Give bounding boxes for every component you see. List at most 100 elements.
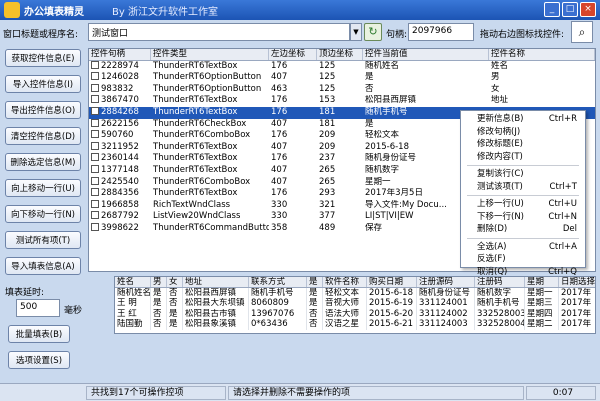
row-checkbox[interactable]	[91, 118, 99, 127]
row-checkbox[interactable]	[91, 176, 99, 185]
table-row[interactable]: 陆国勤否是松阳县象溪镇 0*63436 否汉语之星 2015-6-21 33112400…	[115, 319, 595, 330]
column-header[interactable]: 软件名称	[323, 277, 367, 287]
row-checkbox[interactable]	[91, 153, 99, 162]
context-menu-item[interactable]: 复制该行(C)	[461, 168, 585, 181]
cell-handle: 3998622	[89, 222, 151, 235]
cell-text: 489	[319, 222, 336, 233]
cell-text: 153	[319, 95, 336, 106]
row-checkbox[interactable]	[91, 164, 99, 173]
minimize-button[interactable]: _	[544, 2, 560, 17]
row-checkbox[interactable]	[91, 199, 99, 208]
move-up-button[interactable]: 向上移动一行(U)	[5, 179, 81, 197]
row-checkbox[interactable]	[91, 211, 99, 220]
cell-text: ThunderRT6CheckBox	[153, 118, 247, 129]
table-row[interactable]: 1246028 ThunderRT6OptionButton 407 125 是 男	[89, 72, 595, 84]
row-checkbox[interactable]	[91, 83, 99, 92]
table-cell: 2015-6-18	[367, 287, 417, 299]
batch-fill-button[interactable]: 批量填表(B)	[8, 325, 70, 343]
context-menu-item[interactable]: 反选(F)	[461, 253, 585, 266]
row-checkbox[interactable]	[91, 141, 99, 150]
delete-selected-button[interactable]: 删除选定信息(M)	[5, 153, 81, 171]
context-menu-item[interactable]: 删除(D) Del	[461, 223, 585, 236]
cell-text: 407	[271, 72, 288, 83]
maximize-button[interactable]: □	[562, 2, 578, 17]
row-checkbox[interactable]	[91, 95, 99, 104]
column-header[interactable]: 控件句柄	[89, 49, 151, 60]
context-menu-item[interactable]: 更新信息(B) Ctrl+R	[461, 113, 585, 126]
row-checkbox[interactable]	[91, 130, 99, 139]
menu-item-shortcut: Ctrl+A	[548, 241, 577, 252]
cell-text: 2017年3月5日	[365, 188, 423, 199]
cell-text: ThunderRT6TextBox	[153, 60, 238, 71]
table-row[interactable]: 3867470 ThunderRT6TextBox 176 153 松阳县西屏镇 地址	[89, 95, 595, 107]
row-checkbox[interactable]	[91, 72, 99, 81]
column-header[interactable]: 控件名称	[489, 49, 595, 60]
handle-input[interactable]: 2097966	[408, 23, 474, 41]
table-row[interactable]: 随机姓名是否松阳县西屏镇 随机手机号是轻松文本 2015-6-18 随机身份证号 随机数…	[115, 287, 595, 299]
table-row[interactable]: 王 明是否松阳县大东坝镇 8060809 是音视大师 2015-6-19 3311240…	[115, 298, 595, 309]
cell-handle: 3211952	[89, 141, 151, 154]
test-all-button[interactable]: 测试所有项(T)	[5, 231, 81, 249]
cell-text: 125	[319, 72, 336, 83]
column-header[interactable]: 星期	[525, 277, 559, 287]
column-header[interactable]: 女	[167, 277, 183, 287]
row-checkbox[interactable]	[91, 188, 99, 197]
column-header[interactable]: 联系方式	[249, 277, 307, 287]
table-cell: 2015-6-19	[367, 298, 417, 309]
refresh-icon[interactable]: ↻	[364, 23, 382, 41]
column-header[interactable]: 左边坐标	[269, 49, 317, 60]
table-cell: 0*63436	[249, 319, 307, 330]
context-menu-item[interactable]: 修改内容(T)	[461, 151, 585, 164]
table-row[interactable]: 2228974 ThunderRT6TextBox 176 125 随机姓名 姓名	[89, 60, 595, 73]
table-cell: ThunderRT6TextBox	[151, 107, 269, 119]
cell-text: 是	[365, 72, 374, 83]
context-menu-item[interactable]: 修改标题(E)	[461, 138, 585, 151]
menu-item-shortcut: Ctrl+T	[549, 181, 577, 192]
delay-input[interactable]: 500	[16, 299, 60, 317]
get-control-info-button[interactable]: 获取控件信息(E)	[5, 49, 81, 67]
cell-text: ThunderRT6TextBox	[153, 141, 238, 152]
context-menu-item[interactable]: 测试该项(T) Ctrl+T	[461, 181, 585, 194]
import-control-info-button[interactable]: 导入控件信息(I)	[5, 75, 81, 93]
close-button[interactable]: ×	[580, 2, 596, 17]
drag-finder-label: 拖动右边图标找控件:	[480, 30, 565, 40]
fill-data-table[interactable]: 姓名男女地址 联系方式是软件名称 购买日期 注册源码 注册码 星期 日期选择 随机姓名是否松…	[114, 276, 596, 334]
column-header[interactable]: 日期选择	[559, 277, 595, 287]
column-header[interactable]: 是	[307, 277, 323, 287]
column-header[interactable]: 购买日期	[367, 277, 417, 287]
table-cell: 330	[269, 200, 317, 212]
context-menu-item[interactable]: 下移一行(N) Ctrl+N	[461, 211, 585, 224]
column-header[interactable]: 姓名	[115, 277, 151, 287]
row-checkbox[interactable]	[91, 60, 99, 69]
column-header[interactable]: 控件当前值	[363, 49, 489, 60]
cell-text: 358	[271, 222, 288, 233]
column-header[interactable]: 注册源码	[417, 277, 475, 287]
row-checkbox[interactable]	[91, 222, 99, 231]
cell-text: 330	[271, 199, 288, 210]
table-cell: 男	[489, 72, 595, 84]
column-header[interactable]: 控件类型	[151, 49, 269, 60]
clear-control-info-button[interactable]: 清空控件信息(D)	[5, 127, 81, 145]
column-header[interactable]: 男	[151, 277, 167, 287]
delay-label: 填表延时:	[5, 288, 45, 298]
cell-text: 2884356	[101, 188, 139, 199]
context-menu-item[interactable]: 全选(A) Ctrl+A	[461, 241, 585, 254]
table-cell: ThunderRT6ComboBox	[151, 177, 269, 189]
export-control-info-button[interactable]: 导出控件信息(O)	[5, 101, 81, 119]
context-menu-item[interactable]: 上移一行(U) Ctrl+U	[461, 198, 585, 211]
magnifier-finder-icon[interactable]: ⌕	[571, 21, 593, 43]
cell-text: 176	[271, 130, 288, 141]
move-down-button[interactable]: 向下移动一行(N)	[5, 205, 81, 223]
column-header[interactable]: 顶边坐标	[317, 49, 363, 60]
table-cell: 王 明	[115, 298, 151, 309]
window-title-input[interactable]: 测试窗口	[88, 23, 350, 41]
row-checkbox[interactable]	[91, 106, 99, 115]
import-fill-info-button[interactable]: 导入填表信息(A)	[5, 257, 81, 275]
options-button[interactable]: 选项设置(S)	[8, 351, 70, 369]
window-dropdown-arrow[interactable]: ▼	[350, 23, 362, 41]
column-header[interactable]: 地址	[183, 277, 249, 287]
context-menu-item[interactable]: 修改句柄(J)	[461, 126, 585, 139]
column-header[interactable]: 注册码	[475, 277, 525, 287]
table-row[interactable]: 王 红否是松阳县古市镇 13967076 否语法大师 2015-6-20 3311240…	[115, 308, 595, 320]
table-row[interactable]: 983832 ThunderRT6OptionButton 463 125 否 女	[89, 83, 595, 96]
